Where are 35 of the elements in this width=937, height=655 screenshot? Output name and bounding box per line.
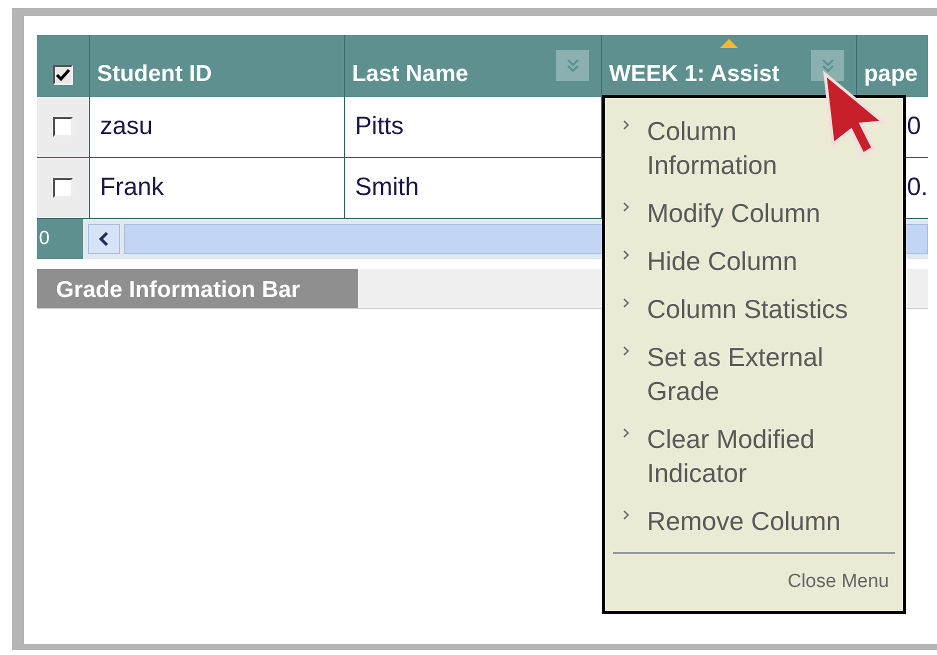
menu-item[interactable]: Clear Modified Indicator <box>647 422 859 490</box>
table-cell-text: Smith <box>355 172 419 204</box>
menu-item[interactable]: Modify Column <box>647 196 820 230</box>
chevron-right-icon <box>623 250 630 260</box>
grade-information-bar[interactable]: Grade Information Bar <box>37 269 358 308</box>
chevron-right-icon <box>623 346 630 356</box>
checkbox[interactable] <box>53 65 73 85</box>
column-header[interactable]: Last Name <box>345 35 602 97</box>
sort-ascending-icon <box>720 39 738 48</box>
close-menu-link[interactable]: Close Menu <box>788 568 889 596</box>
table-cell-text: Pitts <box>355 111 404 142</box>
table-cell-text: zasu <box>100 111 153 142</box>
column-header[interactable]: Student ID <box>90 35 345 97</box>
chevron-right-icon <box>623 202 630 212</box>
menu-item[interactable]: Set as External Grade <box>647 340 859 408</box>
checkbox[interactable] <box>53 178 73 198</box>
chevron-right-icon <box>623 120 630 130</box>
table-cell-text: 0 <box>907 111 921 142</box>
chevron-right-icon <box>623 510 630 520</box>
checkbox[interactable] <box>53 117 73 137</box>
table-cell-text: Frank <box>100 172 164 204</box>
double-chevron-down-icon <box>566 58 580 74</box>
scroll-left-button[interactable] <box>88 224 120 254</box>
column-header[interactable]: WEEK 1: Assist <box>602 35 857 97</box>
chevron-right-icon <box>623 298 630 308</box>
dropdown-button[interactable] <box>811 50 844 81</box>
menu-item[interactable]: Hide Column <box>647 244 798 278</box>
double-chevron-down-icon <box>820 58 834 74</box>
chevron-left-icon <box>98 231 110 247</box>
scroll-position: 0 <box>37 219 83 259</box>
chevron-right-icon <box>623 428 630 438</box>
table-cell-text: 0. <box>907 172 928 204</box>
menu-item[interactable]: Column Statistics <box>647 292 848 326</box>
menu-item[interactable]: Remove Column <box>647 504 841 538</box>
column-header[interactable]: pape <box>857 35 928 97</box>
